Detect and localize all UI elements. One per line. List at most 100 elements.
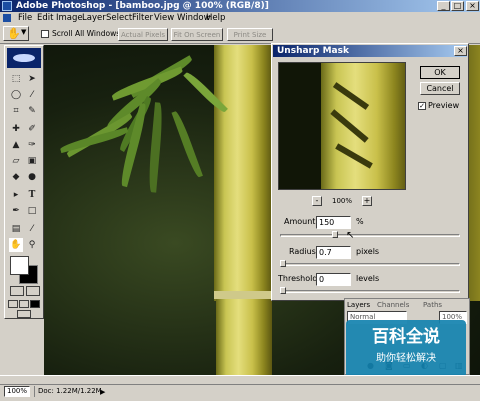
tool-preset-picker[interactable]: ✋ ▼ <box>3 26 29 41</box>
cancel-button[interactable]: Cancel <box>420 82 460 95</box>
menu-edit[interactable]: Edit <box>37 12 53 24</box>
lasso-tool-icon[interactable]: ◯ <box>9 88 23 102</box>
bamboo-leaf <box>147 102 164 193</box>
move-tool-icon[interactable]: ➤ <box>25 72 39 86</box>
mouse-cursor-icon: ↖ <box>346 230 355 241</box>
threshold-input[interactable]: 0 <box>316 273 351 286</box>
fit-on-screen-button[interactable]: Fit On Screen <box>171 28 223 41</box>
window-title: Adobe Photoshop - [bamboo.jpg @ 100% (RG… <box>16 1 269 11</box>
brush-tool-icon[interactable]: ✐ <box>25 122 39 136</box>
unsharp-mask-dialog: Unsharp Mask × - 100% + OK Cancel ✓ Prev… <box>271 43 469 301</box>
horizontal-scrollbar[interactable] <box>0 378 480 385</box>
bamboo-stalk-lower <box>216 299 272 375</box>
site-watermark: 百科全说 助你轻松解决 <box>346 320 466 378</box>
amount-slider-track[interactable] <box>280 234 460 237</box>
feather-icon <box>13 54 35 62</box>
eraser-tool-icon[interactable]: ▱ <box>9 154 23 168</box>
amount-slider-thumb[interactable] <box>332 231 339 238</box>
zoom-out-button[interactable]: - <box>312 196 322 206</box>
radius-unit: pixels <box>356 247 380 256</box>
bamboo-leaf <box>59 127 130 154</box>
shape-tool-icon[interactable]: □ <box>25 204 39 218</box>
quick-mask-mode-icon[interactable] <box>26 286 40 296</box>
preview-bamboo <box>321 63 405 189</box>
document-icon[interactable] <box>3 14 11 22</box>
threshold-slider-thumb[interactable] <box>280 287 286 294</box>
photoshop-app-icon <box>2 1 12 11</box>
preview-checkbox[interactable]: ✓ <box>418 102 426 110</box>
threshold-slider-track[interactable] <box>280 290 460 293</box>
scroll-all-windows-label: Scroll All Windows <box>52 29 121 38</box>
scroll-all-windows-checkbox[interactable] <box>41 30 49 38</box>
menu-image[interactable]: Image <box>56 12 83 24</box>
screen-mode-menu-icon[interactable] <box>19 300 29 308</box>
close-button[interactable]: × <box>466 1 479 11</box>
magic-wand-tool-icon[interactable]: ⁄ <box>25 88 39 102</box>
filter-preview[interactable] <box>278 62 406 190</box>
watermark-subtitle: 助你轻松解决 <box>376 353 436 364</box>
gradient-tool-icon[interactable]: ▣ <box>25 154 39 168</box>
slice-tool-icon[interactable]: ✎ <box>25 104 39 118</box>
toolbox: ⬚ ➤ ◯ ⁄ ⌗ ✎ ✚ ✐ ▲ ✑ ▱ ▣ ◆ ● ▸ T ✒ □ ▤ ⁄ … <box>4 45 44 319</box>
radius-slider-track[interactable] <box>280 263 460 266</box>
hand-icon: ✋ <box>7 27 21 40</box>
status-divider <box>34 386 35 397</box>
maximize-button[interactable]: □ <box>451 1 464 11</box>
zoom-tool-icon[interactable]: ⚲ <box>25 238 39 252</box>
threshold-unit: levels <box>356 274 380 283</box>
zoom-in-button[interactable]: + <box>362 196 372 206</box>
healing-brush-tool-icon[interactable]: ✚ <box>9 122 23 136</box>
history-brush-tool-icon[interactable]: ✑ <box>25 138 39 152</box>
radius-input[interactable]: 0.7 <box>316 246 351 259</box>
clone-stamp-tool-icon[interactable]: ▲ <box>9 138 23 152</box>
ok-button[interactable]: OK <box>420 66 460 79</box>
dialog-title: Unsharp Mask <box>273 45 467 57</box>
menu-select[interactable]: Select <box>106 12 132 24</box>
zoom-level-field[interactable]: 100% <box>4 386 30 397</box>
bamboo-node <box>214 291 274 299</box>
channels-tab[interactable]: Channels <box>377 301 409 309</box>
screen-mode-standard-icon[interactable] <box>8 300 18 308</box>
menu-help[interactable]: Help <box>206 12 225 24</box>
amount-input[interactable]: 150 <box>316 216 351 229</box>
menu-bar: File Edit Image Layer Select Filter View… <box>0 12 480 24</box>
bamboo-leaf <box>171 110 203 179</box>
options-bar: ✋ ▼ Scroll All Windows Actual Pixels Fit… <box>0 24 480 44</box>
screen-mode-full-icon[interactable] <box>30 300 40 308</box>
dodge-tool-icon[interactable]: ● <box>25 170 39 184</box>
adobe-online-icon[interactable] <box>7 48 41 68</box>
standard-mode-icon[interactable] <box>10 286 24 296</box>
menu-layer[interactable]: Layer <box>82 12 106 24</box>
marquee-tool-icon[interactable]: ⬚ <box>9 72 23 86</box>
amount-label: Amount: <box>284 217 319 226</box>
minimize-button[interactable]: _ <box>437 1 450 11</box>
preview-dark-area <box>279 63 321 189</box>
title-bar: Adobe Photoshop - [bamboo.jpg @ 100% (RG… <box>0 0 480 12</box>
menu-file[interactable]: File <box>18 12 32 24</box>
status-bar: 100% Doc: 1.22M/1.22M ▶ <box>0 375 480 401</box>
dialog-close-button[interactable]: × <box>454 46 467 56</box>
radius-label: Radius: <box>289 247 319 256</box>
foreground-color-swatch[interactable] <box>10 256 29 275</box>
path-selection-tool-icon[interactable]: ▸ <box>9 188 23 202</box>
chevron-down-icon: ▼ <box>21 28 27 36</box>
blur-tool-icon[interactable]: ◆ <box>9 170 23 184</box>
amount-unit: % <box>356 217 364 226</box>
paths-tab[interactable]: Paths <box>423 301 442 309</box>
actual-pixels-button[interactable]: Actual Pixels <box>118 28 168 41</box>
layers-tab[interactable]: Layers <box>347 301 370 309</box>
eyedropper-tool-icon[interactable]: ⁄ <box>25 222 39 236</box>
pen-tool-icon[interactable]: ✒ <box>9 204 23 218</box>
jump-to-imageready-icon[interactable] <box>17 310 31 318</box>
threshold-label: Threshold: <box>278 274 321 283</box>
notes-tool-icon[interactable]: ▤ <box>9 222 23 236</box>
menu-view[interactable]: View <box>154 12 174 24</box>
status-menu-arrow-icon[interactable]: ▶ <box>100 388 105 396</box>
hand-tool-icon[interactable]: ✋ <box>9 238 23 252</box>
menu-filter[interactable]: Filter <box>132 12 153 24</box>
radius-slider-thumb[interactable] <box>280 260 286 267</box>
type-tool-icon[interactable]: T <box>25 188 39 202</box>
watermark-title: 百科全说 <box>372 327 440 347</box>
crop-tool-icon[interactable]: ⌗ <box>9 104 23 118</box>
print-size-button[interactable]: Print Size <box>227 28 273 41</box>
